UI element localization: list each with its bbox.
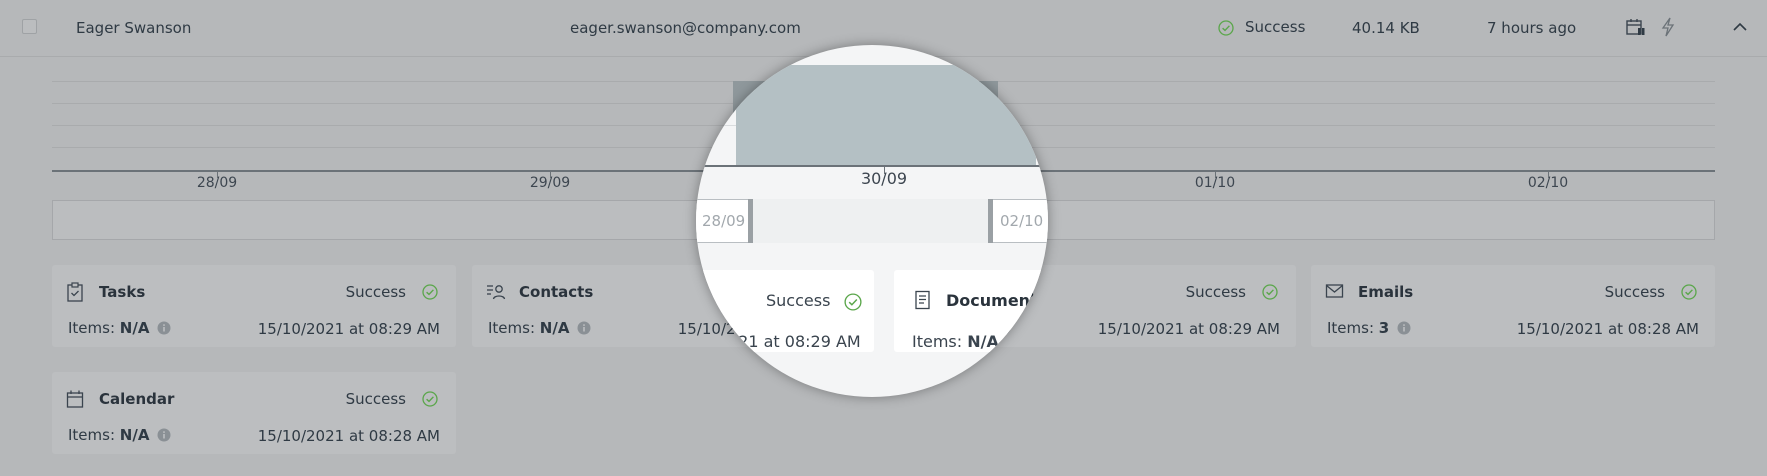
x-axis-tick-label: 29/09	[529, 175, 571, 191]
info-icon[interactable]	[1397, 321, 1411, 339]
magnifier-lens: 30/09 28/09 02/10 Success 021 at 08:29 A…	[696, 45, 1048, 397]
x-axis-tick-label: 01/10	[1194, 175, 1236, 191]
lens-x-axis	[696, 165, 1048, 167]
lens-status-text: Success	[766, 291, 831, 310]
user-email: eager.swanson@company.com	[570, 19, 801, 37]
card-date: 15/10/2021 at 08:28 AM	[1516, 320, 1699, 338]
success-check-icon	[1218, 20, 1234, 40]
card-items: Items: 3	[1327, 319, 1411, 339]
card-status: Success	[345, 283, 406, 301]
card-status: Success	[1604, 283, 1665, 301]
success-check-icon	[1262, 284, 1278, 304]
success-check-icon	[1681, 284, 1697, 304]
card-title: Tasks	[99, 283, 146, 301]
info-icon[interactable]	[157, 321, 171, 339]
chevron-up-icon[interactable]	[1732, 19, 1748, 38]
card-calendar[interactable]: Calendar Success Items: N/A 15/10/2021 at 0…	[52, 372, 456, 454]
lens-document-icon	[914, 290, 932, 314]
x-axis-tick-label: 02/10	[1527, 175, 1569, 191]
lens-axis-label: 30/09	[860, 169, 908, 188]
card-items: Items: N/A	[68, 426, 171, 446]
status-text: Success	[1245, 18, 1306, 36]
card-items: Items: N/A	[488, 319, 591, 339]
contacts-icon	[486, 282, 506, 306]
card-items: Items: N/A	[68, 319, 171, 339]
backup-size: 40.14 KB	[1352, 19, 1420, 37]
card-title: Emails	[1358, 283, 1414, 301]
clipboard-icon	[66, 282, 84, 306]
info-icon[interactable]	[577, 321, 591, 339]
calendar-pause-icon[interactable]	[1625, 17, 1645, 41]
card-title: Calendar	[99, 390, 175, 408]
user-name: Eager Swanson	[76, 19, 192, 37]
x-axis-tick-label: 28/09	[196, 175, 238, 191]
lightning-icon[interactable]	[1660, 17, 1676, 41]
card-date: 15/10/2021 at 08:29 AM	[1097, 320, 1280, 338]
lens-range-start: 28/09	[702, 212, 746, 230]
card-date: 15/10/2021 at 08:29 AM	[257, 320, 440, 338]
last-backup-time: 7 hours ago	[1487, 19, 1577, 37]
lens-date-fragment: 021 at 08:29 AM	[728, 332, 861, 351]
lens-items-count: Items: N/A	[912, 332, 999, 351]
card-status: Success	[345, 390, 406, 408]
card-date: 15/10/2021 at 08:28 AM	[257, 427, 440, 445]
row-checkbox[interactable]	[22, 19, 37, 34]
lens-range-handle-right[interactable]	[988, 199, 993, 243]
success-check-icon	[422, 284, 438, 304]
lens-success-check-icon	[844, 293, 862, 315]
lens-range-end: 02/10	[1000, 212, 1044, 230]
lens-chart-bar	[736, 65, 1036, 165]
lens-range-selection[interactable]	[750, 199, 990, 243]
lens-documents-title: Documents	[946, 291, 1048, 310]
info-icon[interactable]	[157, 428, 171, 446]
calendar-icon	[66, 389, 84, 413]
card-emails[interactable]: Emails Success Items: 3 15/10/2021 at 08:28…	[1311, 265, 1715, 347]
card-title: Contacts	[519, 283, 594, 301]
card-status: Success	[1185, 283, 1246, 301]
envelope-icon	[1325, 282, 1345, 304]
card-tasks[interactable]: Tasks Success Items: N/A 15/10/2021 at 08:2…	[52, 265, 456, 347]
lens-range-handle-left[interactable]	[748, 199, 753, 243]
success-check-icon	[422, 391, 438, 411]
